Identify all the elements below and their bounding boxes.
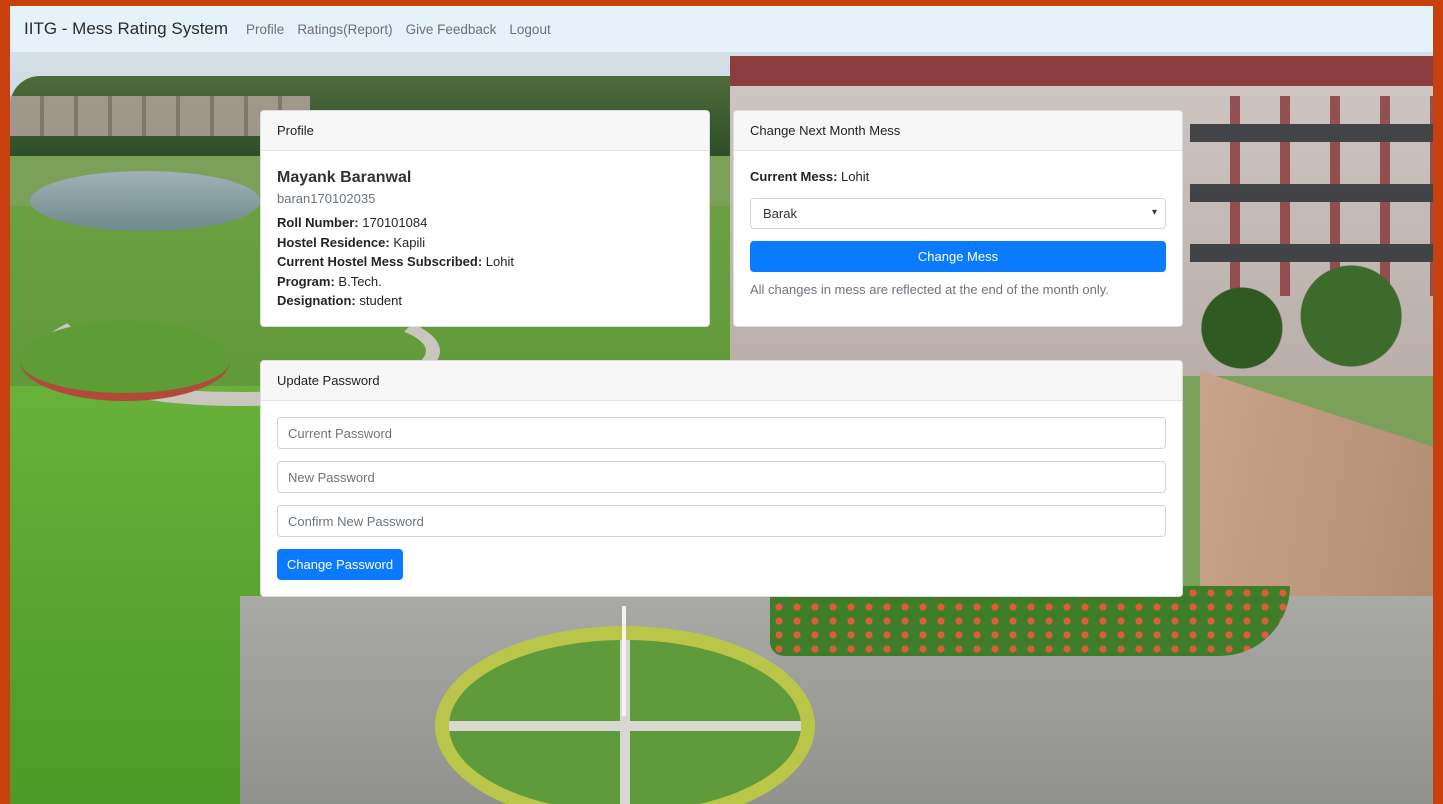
- app-frame: IITG - Mess Rating System Profile Rating…: [10, 6, 1433, 804]
- current-password-input[interactable]: [277, 417, 1166, 449]
- current-mess-value: Lohit: [841, 169, 870, 184]
- brand-title[interactable]: IITG - Mess Rating System: [24, 19, 228, 39]
- nav-link-logout[interactable]: Logout: [509, 22, 550, 37]
- chevron-down-icon: ▾: [1151, 207, 1157, 218]
- nav-link-ratings-report[interactable]: Ratings(Report): [297, 22, 392, 37]
- current-mess-line: Current Mess: Lohit: [750, 169, 1166, 184]
- hostel-residence-value: Kapili: [393, 234, 426, 250]
- profile-current-mess: Current Hostel Mess Subscribed: Lohit: [277, 252, 693, 272]
- nav-link-give-feedback[interactable]: Give Feedback: [406, 22, 497, 37]
- hostel-residence-label: Hostel Residence:: [277, 234, 390, 250]
- mess-change-note: All changes in mess are reflected at the…: [750, 282, 1109, 297]
- change-mess-card: Change Next Month Mess Current Mess: Loh…: [733, 110, 1183, 327]
- update-password-card: Update Password Change Password: [260, 360, 1183, 597]
- top-navbar: IITG - Mess Rating System Profile Rating…: [10, 6, 1433, 52]
- change-mess-button[interactable]: Change Mess: [750, 241, 1166, 272]
- program-value: B.Tech.: [338, 273, 382, 289]
- current-mess-subscribed-value: Lohit: [485, 254, 514, 269]
- designation-label: Designation:: [277, 293, 356, 308]
- profile-username: baran170102035: [277, 191, 376, 206]
- change-mess-card-header: Change Next Month Mess: [734, 111, 1182, 151]
- new-password-input[interactable]: [277, 461, 1166, 493]
- profile-hostel-residence: Hostel Residence: Kapili: [277, 233, 693, 253]
- profile-designation: Designation: student: [277, 291, 693, 311]
- profile-roll-number: Roll Number: 170101084: [277, 213, 693, 233]
- roll-number-value: 170101084: [362, 215, 428, 230]
- designation-value: student: [359, 293, 403, 308]
- current-mess-subscribed-label: Current Hostel Mess Subscribed:: [277, 254, 483, 269]
- profile-card-header: Profile: [261, 111, 709, 151]
- program-label: Program:: [277, 273, 335, 289]
- mess-select-value: Barak: [763, 206, 797, 221]
- change-password-button[interactable]: Change Password: [277, 549, 403, 580]
- update-password-card-header: Update Password: [261, 361, 1182, 401]
- profile-program: Program: B.Tech.: [277, 272, 693, 292]
- mess-select[interactable]: Barak ▾: [750, 198, 1166, 229]
- current-mess-label: Current Mess:: [750, 169, 838, 184]
- nav-link-profile[interactable]: Profile: [246, 22, 284, 37]
- confirm-new-password-input[interactable]: [277, 505, 1166, 537]
- profile-card: Profile Mayank Baranwal baran170102035 R…: [260, 110, 710, 327]
- profile-name: Mayank Baranwal: [277, 169, 412, 186]
- roll-number-label: Roll Number:: [277, 215, 359, 230]
